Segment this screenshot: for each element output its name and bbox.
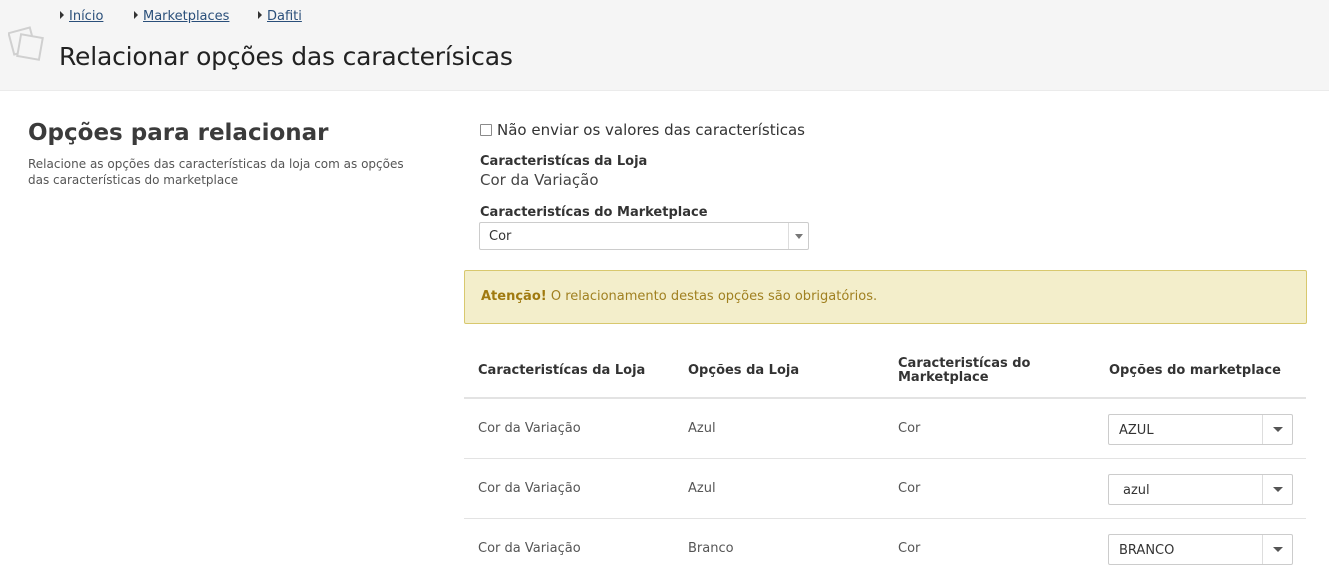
page-header: Início Marketplaces Dafiti Relacionar op…: [0, 0, 1329, 91]
caret-right-icon: [258, 11, 262, 19]
breadcrumb-item-inicio: Início: [60, 9, 103, 24]
breadcrumb-item-marketplaces: Marketplaces: [134, 9, 229, 24]
no-send-values-option[interactable]: Não enviar os valores das característica…: [480, 120, 805, 140]
page-title: Relacionar opções das caracterísicas: [59, 42, 513, 71]
options-table: Caracteristícas da Loja Opções da Loja C…: [464, 342, 1306, 572]
section-title: Opções para relacionar: [28, 120, 329, 146]
column-header-marketplace-options: Opções do marketplace: [1109, 363, 1281, 378]
breadcrumb-link-inicio[interactable]: Início: [69, 9, 103, 24]
breadcrumb-item-dafiti: Dafiti: [258, 9, 302, 24]
marketplace-option-selected: BRANCO: [1119, 543, 1175, 558]
no-send-values-label[interactable]: Não enviar os valores das característica…: [497, 121, 805, 139]
table-header: Caracteristícas da Loja Opções da Loja C…: [464, 342, 1306, 399]
chevron-down-icon[interactable]: [1262, 535, 1292, 564]
cell-store-feature: Cor da Variação: [478, 481, 581, 496]
alert-text: Atenção! O relacionamento destas opções …: [481, 289, 877, 304]
chevron-down-icon[interactable]: [788, 223, 808, 249]
chevron-down-icon[interactable]: [1262, 475, 1292, 504]
warning-alert: Atenção! O relacionamento destas opções …: [464, 270, 1307, 324]
table-row: Cor da Variação Branco Cor BRANCO: [464, 519, 1306, 572]
section-description: Relacione as opções das características …: [28, 157, 404, 187]
column-header-store-options: Opções da Loja: [688, 363, 800, 378]
no-send-values-checkbox[interactable]: [480, 124, 492, 136]
table-row: Cor da Variação Azul Cor azul: [464, 459, 1306, 519]
cell-marketplace-feature: Cor: [898, 541, 921, 556]
cell-store-option: Azul: [688, 481, 716, 496]
cell-store-option: Azul: [688, 421, 716, 436]
marketplace-feature-select[interactable]: Cor: [479, 222, 809, 250]
caret-right-icon: [60, 11, 64, 19]
cell-store-option: Branco: [688, 541, 734, 556]
breadcrumb-link-marketplaces[interactable]: Marketplaces: [143, 9, 229, 24]
store-feature-value: Cor da Variação: [480, 171, 599, 189]
marketplace-feature-label: Caracteristícas do Marketplace: [480, 205, 708, 220]
table-row: Cor da Variação Azul Cor AZUL: [464, 399, 1306, 459]
cell-marketplace-feature: Cor: [898, 421, 921, 436]
stacked-cards-icon: [8, 26, 44, 61]
column-header-store-feature: Caracteristícas da Loja: [478, 363, 646, 378]
cell-store-feature: Cor da Variação: [478, 421, 581, 436]
marketplace-option-select[interactable]: BRANCO: [1108, 534, 1293, 565]
caret-right-icon: [134, 11, 138, 19]
marketplace-option-select[interactable]: azul: [1108, 474, 1293, 505]
marketplace-feature-selected: Cor: [489, 229, 512, 244]
breadcrumb-link-dafiti[interactable]: Dafiti: [267, 9, 302, 24]
marketplace-option-selected: azul: [1123, 483, 1150, 498]
marketplace-option-select[interactable]: AZUL: [1108, 414, 1293, 445]
store-feature-label: Caracteristícas da Loja: [480, 154, 648, 169]
cell-store-feature: Cor da Variação: [478, 541, 581, 556]
marketplace-option-selected: AZUL: [1119, 423, 1154, 438]
alert-message: O relacionamento destas opções são obrig…: [550, 289, 878, 304]
cell-marketplace-feature: Cor: [898, 481, 921, 496]
alert-strong: Atenção!: [481, 289, 547, 304]
column-header-marketplace-feature: Caracteristícas do Marketplace: [898, 356, 1031, 385]
chevron-down-icon[interactable]: [1262, 415, 1292, 444]
